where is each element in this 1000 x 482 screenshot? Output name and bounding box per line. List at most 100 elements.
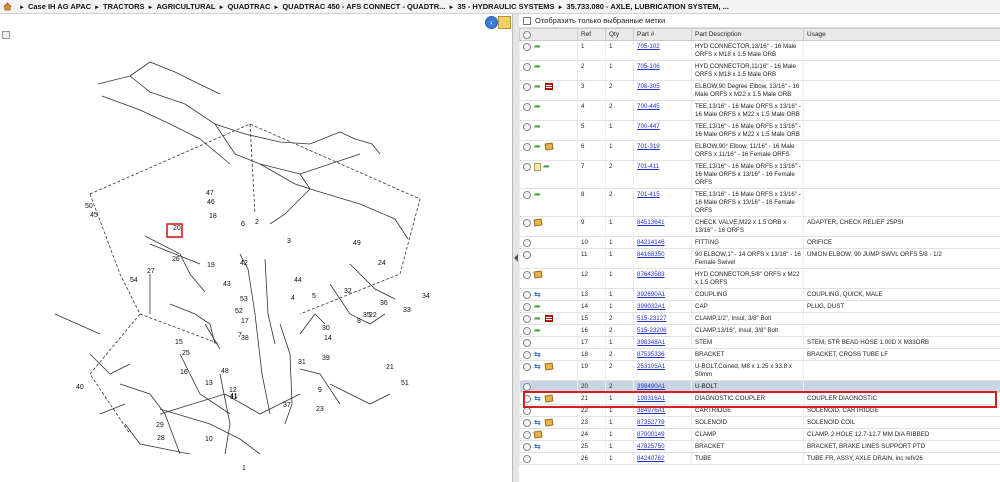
part-number-link[interactable]: 87352779 [637,419,665,426]
part-number-link[interactable]: 84168350 [637,251,665,258]
part-number-link[interactable]: 87643583 [637,271,665,278]
part-number-link[interactable]: 399032A1 [637,303,665,310]
callout-18[interactable]: 18 [209,213,217,220]
callout-50[interactable]: 50 [85,203,93,210]
part-number-link[interactable]: 515-23127 [637,315,667,322]
row-select-radio[interactable] [523,351,531,359]
callout-2[interactable]: 2 [255,219,259,226]
substitute-arrows-icon[interactable]: ⇆ [534,363,543,371]
exploded-parts-diagram[interactable]: 1234 567891011121314151617181920212223242… [0,14,513,482]
row-select-radio[interactable] [523,419,531,427]
part-number-link[interactable]: 84513641 [637,219,665,226]
part-number-link[interactable]: 392690A1 [637,291,665,298]
row-select-radio[interactable] [523,123,531,131]
part-number-link[interactable]: 398348A1 [637,339,665,346]
callout-38[interactable]: 38 [241,335,249,342]
callout-34[interactable]: 34 [422,293,430,300]
header-part[interactable]: Part # [633,28,692,41]
callout-8[interactable]: 8 [357,318,361,325]
row-select-radio[interactable] [523,455,531,463]
callout-16[interactable]: 16 [180,369,188,376]
part-number-link[interactable]: 708-305 [637,83,660,90]
callout-28[interactable]: 28 [157,435,165,442]
row-select-radio[interactable] [523,63,531,71]
table-row[interactable]: ➦ 3 2 708-305 ELBOW,90 Degree Elbow, 13/16" … [519,80,1000,101]
zoom-icon[interactable] [498,16,511,29]
callout-17[interactable]: 17 [241,318,249,325]
table-row[interactable]: ➦ 15 2 515-23127 CLAMP,1/2", Insul, 3/8" Bol… [519,312,1000,325]
callout-41[interactable]: 41 [230,393,238,400]
show-selected-checkbox[interactable] [523,16,531,25]
breadcrumb-item[interactable]: TRACTORS [103,2,145,11]
callout-46[interactable]: 46 [207,199,215,206]
callout-42[interactable]: 42 [240,260,248,267]
part-number-link[interactable]: 84240762 [637,455,665,462]
table-row[interactable]: 20 2 398490A1 U-BOLT [519,380,1000,393]
add-to-list-arrow-icon[interactable]: ➦ [534,143,543,151]
substitute-arrows-icon[interactable]: ⇆ [534,395,543,403]
part-number-link[interactable]: 87535336 [637,351,665,358]
table-row[interactable]: ⇆ 19 2 253105A1 U-BOLT,Coined, M8 x 1.25 x 3… [519,360,1000,381]
row-select-radio[interactable] [523,383,531,391]
header-usage[interactable]: Usage [803,28,1000,41]
table-row[interactable]: 12 1 87643583 HYD CONNECTOR,5/8" ORFS x M22… [519,268,1000,289]
table-row[interactable]: 10 1 84214146 FITTING ORIFICE [519,236,1000,249]
callout-54[interactable]: 54 [130,277,138,284]
row-select-radio[interactable] [523,363,531,371]
package-icon[interactable] [544,362,554,371]
substitute-arrows-icon[interactable]: ⇆ [534,291,543,299]
flag-icon[interactable] [545,83,553,90]
part-number-link[interactable]: 701-411 [637,163,659,170]
table-row[interactable]: 26 1 84240762 TUBE TUBE FR, ASSY, AXLE DRAIN… [519,452,1000,465]
callout-4[interactable]: 4 [291,295,295,302]
breadcrumb-item[interactable]: 35.733.080 - AXLE, LUBRICATION SYSTEM, .… [566,2,729,11]
callout-24[interactable]: 24 [378,260,386,267]
header-description[interactable]: Part Description [691,28,804,41]
row-select-radio[interactable] [523,303,531,311]
row-select-radio[interactable] [523,395,531,403]
table-row[interactable]: ➦ 2 1 705-106 HYD CONNECTOR,11/16" - 16 Male… [519,60,1000,81]
callout-43[interactable]: 43 [223,281,231,288]
callout-51[interactable]: 51 [401,380,409,387]
table-row[interactable]: ➦ 16 2 515-23206 CLAMP,13/16", Insul, 3/8" B… [519,324,1000,337]
package-icon[interactable] [533,270,543,279]
package-icon[interactable] [544,142,554,151]
callout-30[interactable]: 30 [322,325,330,332]
row-select-radio[interactable] [523,327,531,335]
part-number-link[interactable]: 253105A1 [637,363,665,370]
table-row[interactable]: ⇆ 13 1 392690A1 COUPLING COUPLING, QUICK, MAL… [519,288,1000,301]
row-select-radio[interactable] [523,315,531,323]
row-select-radio[interactable] [523,219,531,227]
part-number-link[interactable]: 700-445 [637,103,660,110]
callout-1[interactable]: 1 [242,465,246,472]
breadcrumb-item[interactable]: Case IH AG APAC [28,2,91,11]
part-number-link[interactable]: 701-319 [637,143,660,150]
part-number-link[interactable]: 47825750 [637,443,665,450]
add-to-list-arrow-icon[interactable]: ➦ [534,123,543,131]
home-icon[interactable] [3,2,12,11]
table-row[interactable]: ➦ 1 1 705-102 HYD CONNECTOR,13/16" - 16 Male… [519,40,1000,61]
callout-19[interactable]: 19 [207,262,215,269]
callout-32[interactable]: 32 [344,288,352,295]
callout-40[interactable]: 40 [76,384,84,391]
callout-48[interactable]: 48 [221,368,229,375]
part-number-link[interactable]: 198316A1 [637,395,665,402]
callout-13[interactable]: 13 [205,380,213,387]
callout-45[interactable]: 45 [90,212,98,219]
row-select-radio[interactable] [523,407,531,415]
row-select-radio[interactable] [523,339,531,347]
package-icon[interactable] [533,430,543,439]
add-to-list-arrow-icon[interactable]: ➦ [534,83,543,91]
diagram-scroll-up[interactable] [2,31,10,39]
callout-44[interactable]: 44 [294,277,302,284]
table-row[interactable]: ➦ 4 2 700-445 TEE,13/16" - 16 Male ORFS x 13… [519,100,1000,121]
table-row[interactable]: 17 1 398348A1 STEM STEM, STR BEAD HOSE 1.00D… [519,336,1000,349]
breadcrumb-item[interactable]: 35 - HYDRAULIC SYSTEMS [457,2,554,11]
callout-25[interactable]: 25 [182,350,190,357]
table-row[interactable]: 9 1 84513641 CHECK VALVE,M22 x 1.5 ORB x 13… [519,216,1000,237]
substitute-arrows-icon[interactable]: ⇆ [534,443,543,451]
callout-15[interactable]: 15 [175,339,183,346]
callout-49[interactable]: 49 [353,240,361,247]
callout-6[interactable]: 6 [241,221,245,228]
row-select-radio[interactable] [523,43,531,51]
